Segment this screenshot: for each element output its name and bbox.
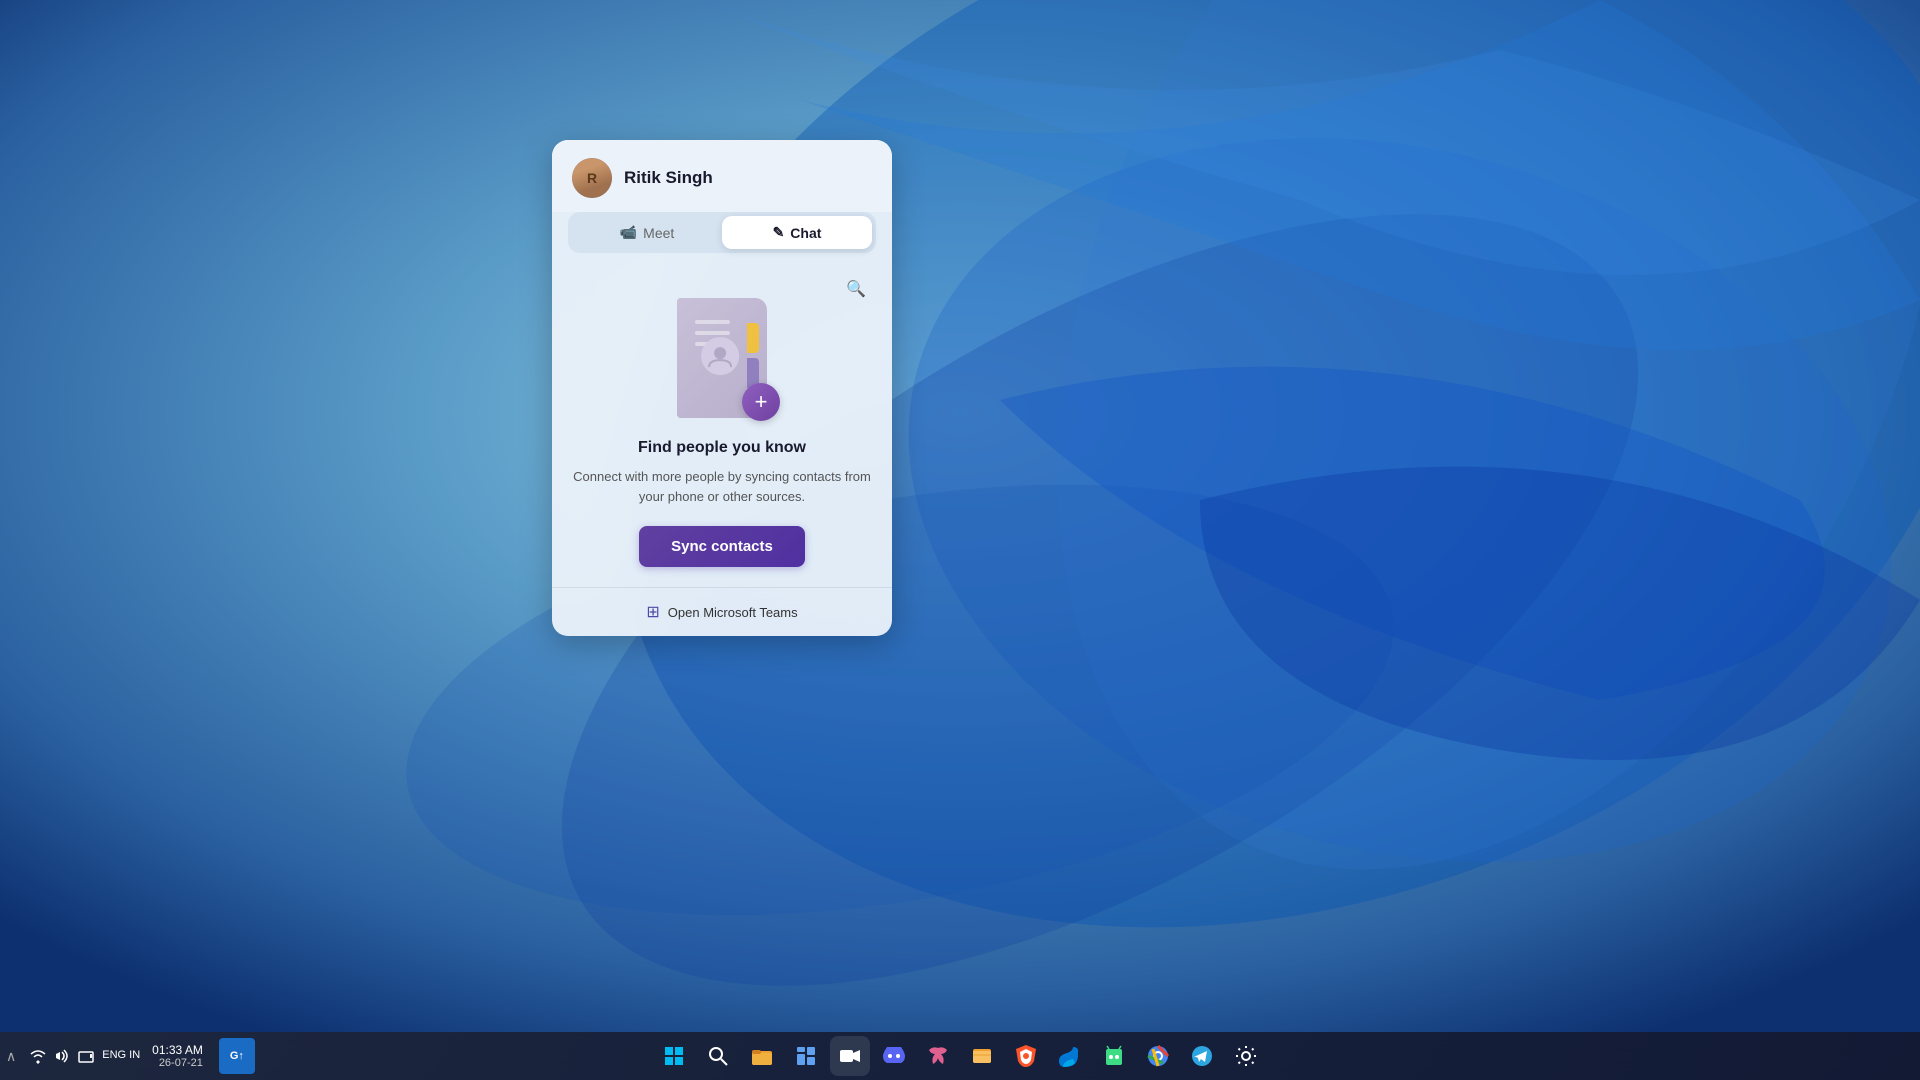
panel-header: R Ritik Singh <box>552 140 892 212</box>
date-text: 26-07-21 <box>159 1057 203 1069</box>
file-manager-button[interactable] <box>962 1036 1002 1076</box>
search-button[interactable]: 🔍 <box>840 273 872 305</box>
gadgets-logo[interactable]: G↑ <box>219 1038 255 1074</box>
time-text: 01:33 AM <box>152 1043 203 1057</box>
hummingbird-button[interactable] <box>918 1036 958 1076</box>
language-text: ENG IN <box>102 1049 140 1062</box>
meet-now-button[interactable] <box>830 1036 870 1076</box>
user-name: Ritik Singh <box>624 168 713 188</box>
book-tab-yellow <box>747 323 759 353</box>
book-avatar <box>701 337 739 375</box>
tab-chat[interactable]: ✎ Chat <box>722 216 872 249</box>
sync-contacts-button[interactable]: Sync contacts <box>639 526 805 567</box>
meet-icon: 📹 <box>620 224 637 241</box>
panel-content: 🔍 <box>552 265 892 587</box>
settings-button[interactable] <box>1226 1036 1266 1076</box>
edge-button[interactable] <box>1050 1036 1090 1076</box>
panel-description: Connect with more people by syncing cont… <box>568 467 876 506</box>
contact-book-illustration: + <box>662 293 782 423</box>
app-discord-button[interactable] <box>874 1036 914 1076</box>
start-button[interactable] <box>654 1036 694 1076</box>
taskbar: ∧ ENG IN 01:33 AM <box>0 1032 1920 1080</box>
chat-label: Chat <box>790 225 821 241</box>
tray-chevron-icon: ∧ <box>6 1048 16 1065</box>
android-link-button[interactable] <box>1094 1036 1134 1076</box>
volume-icon <box>54 1048 70 1064</box>
tab-meet[interactable]: 📹 Meet <box>572 216 722 249</box>
panel-title: Find people you know <box>568 439 876 457</box>
file-explorer-button[interactable] <box>742 1036 782 1076</box>
system-tray-arrow[interactable]: ∧ <box>0 1044 22 1069</box>
taskbar-center <box>654 1036 1266 1076</box>
language-indicator[interactable]: ENG IN <box>102 1049 140 1062</box>
open-teams-label: Open Microsoft Teams <box>668 605 798 620</box>
avatar: R <box>572 158 612 198</box>
illustration-area: + <box>568 273 876 439</box>
search-taskbar-button[interactable] <box>698 1036 738 1076</box>
avatar-image: R <box>572 158 612 198</box>
chat-icon: ✎ <box>773 224 785 241</box>
keyboard-icon <box>78 1048 94 1064</box>
add-contact-circle: + <box>742 383 780 421</box>
chrome-button[interactable] <box>1138 1036 1178 1076</box>
teams-icon: ⊞ <box>646 602 659 622</box>
system-icons <box>30 1048 94 1064</box>
clock[interactable]: 01:33 AM 26-07-21 <box>148 1041 207 1071</box>
plus-icon: + <box>755 389 768 415</box>
wifi-icon <box>30 1048 46 1064</box>
chat-panel: R Ritik Singh 📹 Meet ✎ Chat 🔍 <box>552 140 892 636</box>
search-icon: 🔍 <box>846 279 866 299</box>
widgets-button[interactable] <box>786 1036 826 1076</box>
taskbar-right: ∧ ENG IN 01:33 AM <box>0 1038 267 1074</box>
brave-button[interactable] <box>1006 1036 1046 1076</box>
tab-bar: 📹 Meet ✎ Chat <box>568 212 876 253</box>
panel-footer[interactable]: ⊞ Open Microsoft Teams <box>552 587 892 636</box>
meet-label: Meet <box>643 225 674 241</box>
telegram-button[interactable] <box>1182 1036 1222 1076</box>
